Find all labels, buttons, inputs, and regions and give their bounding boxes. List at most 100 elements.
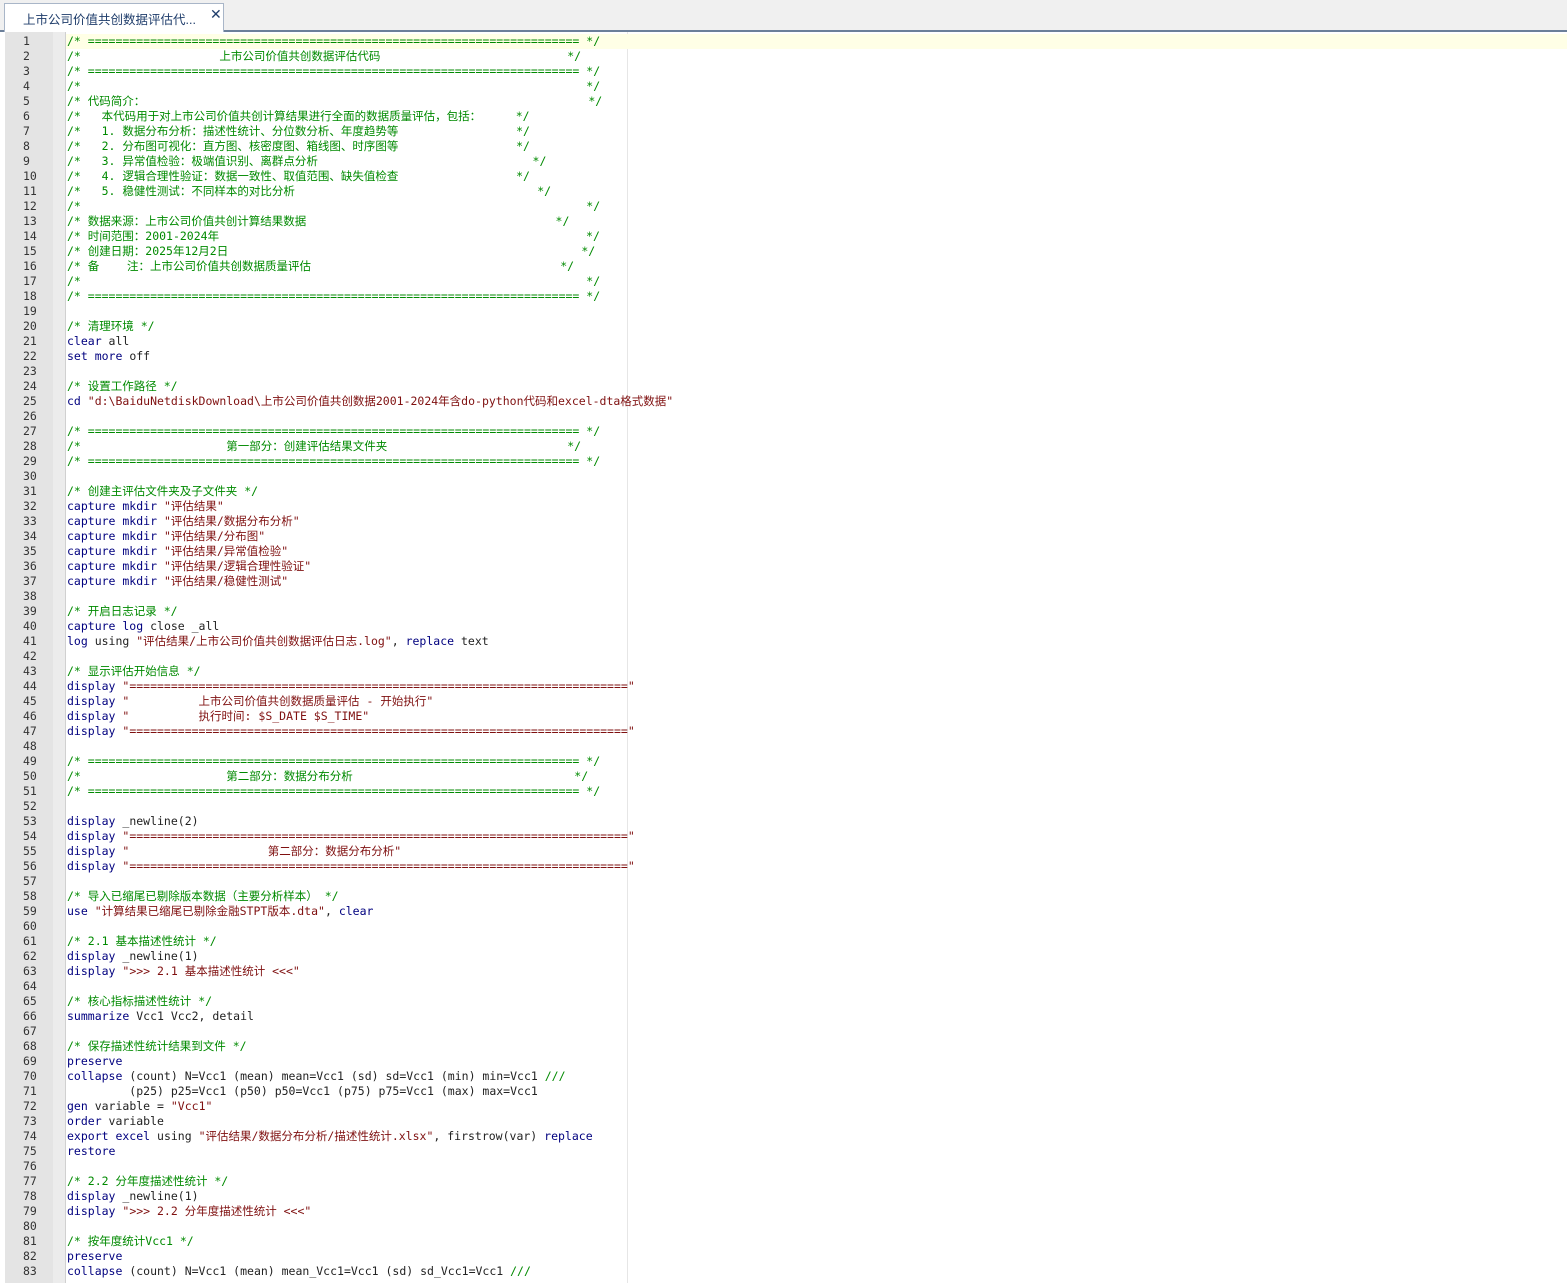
- code-line[interactable]: 66 summarize Vcc1 Vcc2, detail: [0, 1009, 1567, 1024]
- code-line[interactable]: 55 display " 第二部分：数据分布分析": [0, 844, 1567, 859]
- code-line[interactable]: 36 capture mkdir "评估结果/逻辑合理性验证": [0, 559, 1567, 574]
- code-line[interactable]: 25 cd "d:\BaiduNetdiskDownload\上市公司价值共创数据…: [0, 394, 1567, 409]
- code-text: capture mkdir "评估结果/逻辑合理性验证": [67, 559, 311, 574]
- code-line[interactable]: 35 capture mkdir "评估结果/异常值检验": [0, 544, 1567, 559]
- code-line[interactable]: 15 /* 创建日期：2025年12月2日 */: [0, 244, 1567, 259]
- code-line[interactable]: 64: [0, 979, 1567, 994]
- code-line[interactable]: 56 display "=============================…: [0, 859, 1567, 874]
- code-line[interactable]: 60: [0, 919, 1567, 934]
- code-line[interactable]: 39 /* 开启日志记录 */: [0, 604, 1567, 619]
- keyword-token: display: [67, 724, 116, 738]
- code-line[interactable]: 40 capture log close _all: [0, 619, 1567, 634]
- code-line[interactable]: 12 /* */: [0, 199, 1567, 214]
- code-line[interactable]: 34 capture mkdir "评估结果/分布图": [0, 529, 1567, 544]
- code-line[interactable]: 27 /* ===================================…: [0, 424, 1567, 439]
- code-line[interactable]: 71 (p25) p25=Vcc1 (p50) p50=Vcc1 (p75) p…: [0, 1084, 1567, 1099]
- code-line[interactable]: 38: [0, 589, 1567, 604]
- code-text: /* 开启日志记录 */: [67, 604, 178, 619]
- code-line[interactable]: 45 display " 上市公司价值共创数据质量评估 - 开始执行": [0, 694, 1567, 709]
- code-line[interactable]: 33 capture mkdir "评估结果/数据分布分析": [0, 514, 1567, 529]
- code-line[interactable]: 1 /* ====================================…: [0, 34, 1567, 49]
- code-line[interactable]: 31 /* 创建主评估文件夹及子文件夹 */: [0, 484, 1567, 499]
- code-line[interactable]: 16 /* 备 注：上市公司价值共创数据质量评估 */: [0, 259, 1567, 274]
- code-line[interactable]: 17 /* */: [0, 274, 1567, 289]
- code-line[interactable]: 46 display " 执行时间: $S_DATE $S_TIME": [0, 709, 1567, 724]
- code-line[interactable]: 65 /* 核心指标描述性统计 */: [0, 994, 1567, 1009]
- code-line[interactable]: 49 /* ===================================…: [0, 754, 1567, 769]
- code-line[interactable]: 77 /* 2.2 分年度描述性统计 */: [0, 1174, 1567, 1189]
- keyword-token: display: [67, 964, 116, 978]
- code-line[interactable]: 58 /* 导入已缩尾已剔除版本数据（主要分析样本） */: [0, 889, 1567, 904]
- code-line[interactable]: 4 /* */: [0, 79, 1567, 94]
- code-line[interactable]: 2 /* 上市公司价值共创数据评估代码 */: [0, 49, 1567, 64]
- code-line[interactable]: 20 /* 清理环境 */: [0, 319, 1567, 334]
- keyword-token: preserve: [67, 1054, 123, 1068]
- code-line[interactable]: 18 /* ===================================…: [0, 289, 1567, 304]
- code-line[interactable]: 19: [0, 304, 1567, 319]
- string-token: "d:\BaiduNetdiskDownload\上市公司价值共创数据2001-…: [80, 394, 674, 408]
- code-line[interactable]: 73 order variable: [0, 1114, 1567, 1129]
- code-line[interactable]: 5 /* 代码简介： */: [0, 94, 1567, 109]
- code-line[interactable]: 63 display ">>> 2.1 基本描述性统计 <<<": [0, 964, 1567, 979]
- code-line[interactable]: 14 /* 时间范围：2001-2024年 */: [0, 229, 1567, 244]
- code-line[interactable]: 3 /* ====================================…: [0, 64, 1567, 79]
- code-line[interactable]: 21 clear all: [0, 334, 1567, 349]
- code-line[interactable]: 43 /* 显示评估开始信息 */: [0, 664, 1567, 679]
- close-icon[interactable]: ✕: [210, 7, 222, 23]
- code-line[interactable]: 69 preserve: [0, 1054, 1567, 1069]
- line-number: 15: [23, 244, 37, 258]
- code-line[interactable]: 30: [0, 469, 1567, 484]
- code-line[interactable]: 9 /* 3. 异常值检验：极端值识别、离群点分析 */: [0, 154, 1567, 169]
- code-editor[interactable]: 1 /* ====================================…: [0, 32, 1567, 1283]
- tab-file[interactable]: 上市公司价值共创数据评估代... ✕: [4, 3, 224, 32]
- code-line[interactable]: 8 /* 2. 分布图可视化：直方图、核密度图、箱线图、时序图等 */: [0, 139, 1567, 154]
- code-line[interactable]: 61 /* 2.1 基本描述性统计 */: [0, 934, 1567, 949]
- code-line[interactable]: 54 display "=============================…: [0, 829, 1567, 844]
- code-line[interactable]: 59 use "计算结果已缩尾已剔除金融STPT版本.dta", clear: [0, 904, 1567, 919]
- code-line[interactable]: 42: [0, 649, 1567, 664]
- code-line[interactable]: 78 display _newline(1): [0, 1189, 1567, 1204]
- code-line[interactable]: 44 display "=============================…: [0, 679, 1567, 694]
- line-number: 32: [23, 499, 37, 513]
- code-line[interactable]: 29 /* ===================================…: [0, 454, 1567, 469]
- code-line[interactable]: 23: [0, 364, 1567, 379]
- line-number: 34: [23, 529, 37, 543]
- code-line[interactable]: 22 set more off: [0, 349, 1567, 364]
- code-line[interactable]: 53 display _newline(2): [0, 814, 1567, 829]
- code-token: _newline(1): [115, 1189, 199, 1203]
- code-line[interactable]: 26: [0, 409, 1567, 424]
- code-line[interactable]: 10 /* 4. 逻辑合理性验证：数据一致性、取值范围、缺失值检查 */: [0, 169, 1567, 184]
- line-number: 44: [23, 679, 37, 693]
- code-line[interactable]: 79 display ">>> 2.2 分年度描述性统计 <<<": [0, 1204, 1567, 1219]
- code-line[interactable]: 32 capture mkdir "评估结果": [0, 499, 1567, 514]
- line-number: 49: [23, 754, 37, 768]
- code-line[interactable]: 70 collapse (count) N=Vcc1 (mean) mean=Vc…: [0, 1069, 1567, 1084]
- code-line[interactable]: 82 preserve: [0, 1249, 1567, 1264]
- code-line[interactable]: 74 export excel using "评估结果/数据分布分析/描述性统计.…: [0, 1129, 1567, 1144]
- code-line[interactable]: 72 gen variable = "Vcc1": [0, 1099, 1567, 1114]
- code-line[interactable]: 13 /* 数据来源：上市公司价值共创计算结果数据 */: [0, 214, 1567, 229]
- code-line[interactable]: 24 /* 设置工作路径 */: [0, 379, 1567, 394]
- code-line[interactable]: 68 /* 保存描述性统计结果到文件 */: [0, 1039, 1567, 1054]
- code-line[interactable]: 48: [0, 739, 1567, 754]
- line-number: 24: [23, 379, 37, 393]
- code-line[interactable]: 52: [0, 799, 1567, 814]
- code-line[interactable]: 47 display "=============================…: [0, 724, 1567, 739]
- code-line[interactable]: 62 display _newline(1): [0, 949, 1567, 964]
- code-line[interactable]: 41 log using "评估结果/上市公司价值共创数据评估日志.log", r…: [0, 634, 1567, 649]
- code-line[interactable]: 67: [0, 1024, 1567, 1039]
- comment-token: /* 显示评估开始信息 */: [67, 664, 201, 678]
- code-line[interactable]: 57: [0, 874, 1567, 889]
- code-line[interactable]: 76: [0, 1159, 1567, 1174]
- code-line[interactable]: 50 /* 第二部分：数据分布分析 */: [0, 769, 1567, 784]
- code-line[interactable]: 81 /* 按年度统计Vcc1 */: [0, 1234, 1567, 1249]
- code-line[interactable]: 83 collapse (count) N=Vcc1 (mean) mean_Vc…: [0, 1264, 1567, 1279]
- code-line[interactable]: 75 restore: [0, 1144, 1567, 1159]
- code-line[interactable]: 51 /* ===================================…: [0, 784, 1567, 799]
- code-line[interactable]: 7 /* 1. 数据分布分析：描述性统计、分位数分析、年度趋势等 */: [0, 124, 1567, 139]
- code-line[interactable]: 6 /* 本代码用于对上市公司价值共创计算结果进行全面的数据质量评估，包括： */: [0, 109, 1567, 124]
- code-line[interactable]: 37 capture mkdir "评估结果/稳健性测试": [0, 574, 1567, 589]
- code-line[interactable]: 11 /* 5. 稳健性测试：不同样本的对比分析 */: [0, 184, 1567, 199]
- code-line[interactable]: 80: [0, 1219, 1567, 1234]
- code-line[interactable]: 28 /* 第一部分：创建评估结果文件夹 */: [0, 439, 1567, 454]
